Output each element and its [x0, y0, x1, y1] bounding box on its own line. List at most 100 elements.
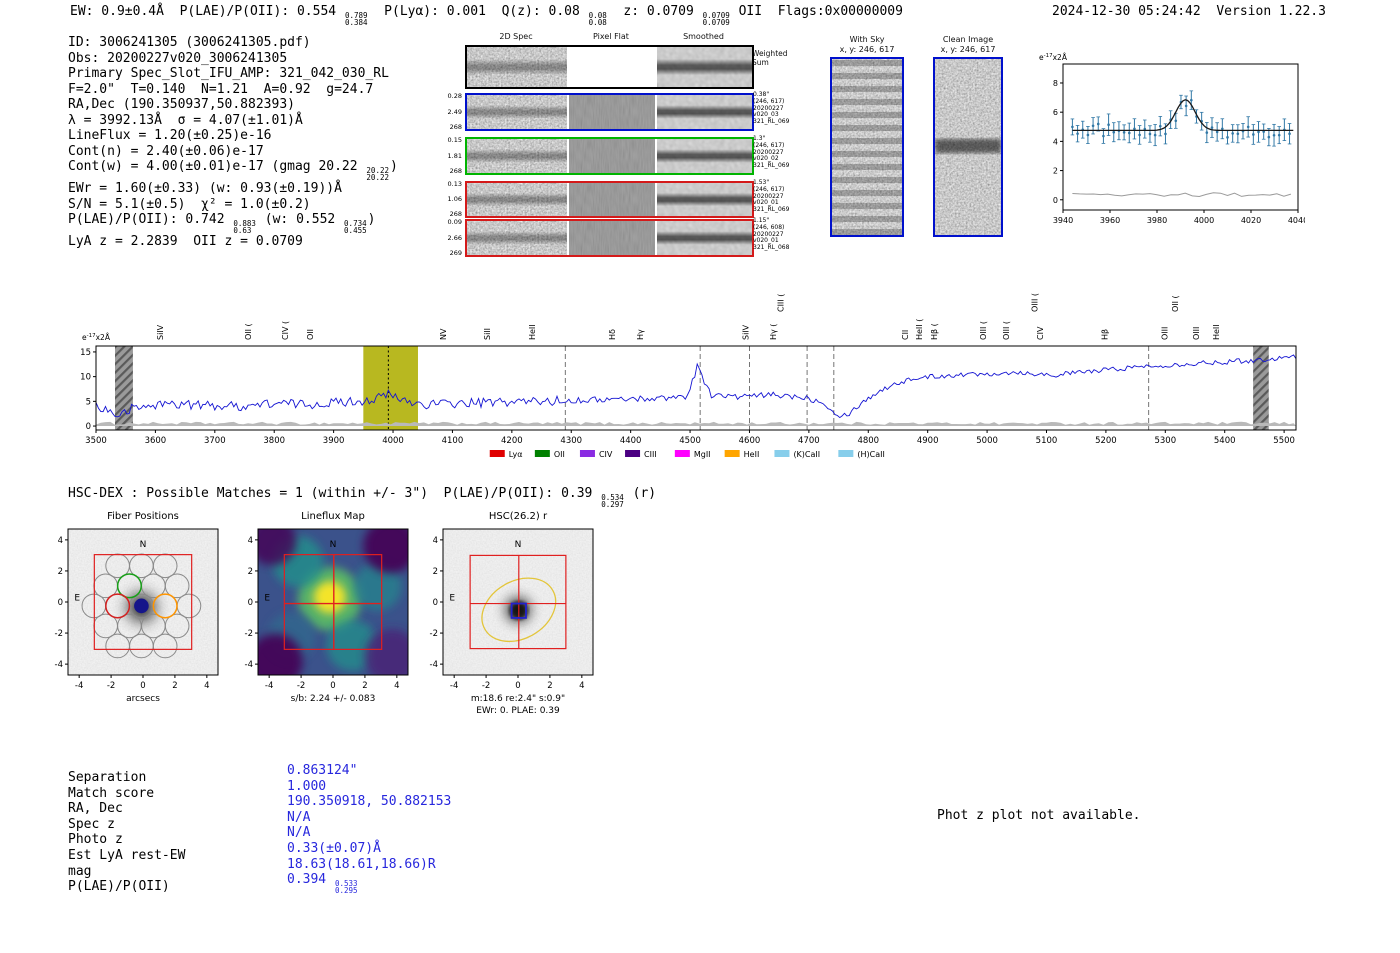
pixelflat-image [569, 221, 655, 255]
match-table-value: 0.394 0.533 0.295 [287, 872, 358, 896]
emission-line-label: OII ( [244, 323, 253, 340]
match-table-value: 18.63(18.61,18.66)R [287, 856, 436, 872]
clean-image [933, 57, 1003, 237]
svg-text:4200: 4200 [501, 436, 523, 446]
flux-blob [258, 633, 303, 675]
summary-header: EW: 0.9±0.4Å P(LAE)/P(OII): 0.554 0.789 0… [70, 4, 903, 27]
info-line: P(LAE)/P(OII): 0.742 0.883 0.63 (w: 0.552… [68, 212, 376, 235]
smoothed-image [657, 183, 752, 216]
info-line: F=2.0" T=0.140 N=1.21 A=0.92 g=24.7 [68, 81, 374, 97]
spec2d-image [467, 221, 567, 255]
spec2d-row [465, 93, 754, 131]
info-line: ID: 3006241305 (3006241305.pdf) [68, 35, 311, 50]
east-label: E [264, 593, 270, 603]
photz-note: Phot z plot not available. [937, 808, 1141, 823]
match-table-label: Match score [68, 785, 155, 801]
svg-text:0: 0 [248, 598, 253, 608]
flux-blob [313, 581, 346, 614]
svg-text:4100: 4100 [442, 436, 464, 446]
flux-blob [363, 529, 408, 574]
svg-text:3600: 3600 [145, 436, 167, 446]
match-table-label: mag [68, 863, 92, 879]
stacked-limits: 0.0709 0.0709 [702, 11, 730, 27]
svg-text:3960: 3960 [1100, 216, 1120, 225]
info-line: EWr = 1.60(±0.33) (w: 0.93(±0.19))Å [68, 181, 342, 196]
pixelflat-image [569, 95, 655, 129]
legend-label: HeII [744, 450, 760, 459]
info-line: Cont(n) = 2.40(±0.06)e-17 [68, 143, 264, 159]
spec2d-image [467, 47, 567, 87]
stacked-limits: 0.734 0.455 [344, 219, 367, 235]
match-table-label: RA, Dec [68, 801, 123, 817]
pixelflat-image [569, 47, 655, 87]
svg-text:e-17x2Å: e-17x2Å [82, 333, 111, 342]
emission-line-label: CII [901, 330, 910, 340]
svg-text:3800: 3800 [263, 436, 285, 446]
plot-title-lineflux: Lineflux Map [301, 511, 365, 522]
match-table-value: N/A [287, 825, 311, 841]
legend-label: CIV [599, 450, 613, 459]
svg-text:3900: 3900 [323, 436, 345, 446]
pixelflat-image [569, 183, 655, 216]
col-header-2dspec: 2D Spec [499, 32, 533, 41]
svg-text:-4: -4 [245, 660, 253, 670]
svg-text:-4: -4 [75, 681, 83, 691]
spec2d-row-meta: 1.15" (246, 608) 20200227 v020_01 321_RL_068 [753, 217, 790, 252]
caption-hsc-ewr: EWr: 0. PLAE: 0.39 [476, 706, 560, 716]
east-label: E [74, 593, 80, 603]
emission-line-label: Hδ [608, 329, 617, 340]
svg-text:4700: 4700 [798, 436, 820, 446]
svg-text:6: 6 [1053, 108, 1058, 117]
full-spectrum-plot: 3500 3600 3700 3800 3900 4000 4100 4200 4300 4400… [80, 293, 1297, 459]
svg-text:2: 2 [362, 681, 367, 691]
spec2d-row [465, 45, 754, 89]
with-sky-noise-image [832, 59, 902, 235]
svg-text:3700: 3700 [204, 436, 226, 446]
match-table-label: Est LyA rest-EW [68, 847, 186, 863]
svg-text:2: 2 [248, 567, 253, 577]
legend-label: (K)CaII [793, 450, 820, 459]
svg-text:3500: 3500 [85, 436, 107, 446]
svg-text:5500: 5500 [1273, 436, 1295, 446]
emission-line-label: SiIV [741, 324, 750, 340]
caption-lineflux-sb: s/b: 2.24 +/- 0.083 [291, 694, 376, 704]
svg-text:5: 5 [86, 397, 91, 407]
plot-title-hsc: HSC(26.2) r [489, 511, 548, 522]
svg-text:4000: 4000 [382, 436, 404, 446]
legend-swatch [534, 450, 550, 457]
info-line: LyA z = 2.2839 OII z = 0.0709 [68, 234, 303, 249]
svg-text:4900: 4900 [917, 436, 939, 446]
svg-text:4600: 4600 [739, 436, 761, 446]
svg-text:-4: -4 [55, 660, 63, 670]
match-table-value: 0.863124" [287, 763, 358, 778]
svg-text:4: 4 [204, 681, 209, 691]
emission-line-label: OIII [1192, 327, 1201, 340]
svg-text:4: 4 [579, 681, 584, 691]
clean-image-coords: x, y: 246, 617 [940, 44, 996, 54]
info-line: Cont(w) = 4.00(±0.01)e-17 (gmag 20.22 20… [68, 159, 398, 182]
spec2d-row-meta: 0.38" (246, 617) 20200227 v020_03 321_RL_069 [753, 91, 790, 126]
svg-text:-2: -2 [55, 629, 63, 639]
east-label: E [449, 593, 455, 603]
line-fit-inset-plot: 3940 3960 3980 4000 4020 4040 0 2 4 6 8 e-17x2Å [1039, 53, 1305, 225]
elixer-report-page: EW: 0.9±0.4Å P(LAE)/P(OII): 0.554 0.789 0… [0, 0, 1400, 953]
clean-noise-image [935, 59, 1001, 235]
svg-text:4: 4 [433, 536, 438, 546]
info-line: λ = 3992.13Å σ = 4.07(±1.01)Å [68, 112, 303, 128]
svg-text:0: 0 [330, 681, 335, 691]
match-table-row: Separation 0.863124" [68, 763, 451, 786]
info-line: LineFlux = 1.20(±0.25)e-16 [68, 128, 272, 143]
info-line: S/N = 5.1(±0.5) χ² = 1.0(±0.2) [68, 196, 311, 212]
emission-line-label: OII ( [1171, 295, 1180, 312]
emission-line-label: OIII ( [979, 321, 988, 340]
flux-blob [258, 529, 297, 566]
svg-text:0: 0 [86, 422, 91, 432]
spec2d-row-weights: 0.28 2.49 268 [447, 92, 462, 131]
smoothed-image [657, 221, 752, 255]
emission-line-label: NV [439, 328, 448, 340]
with-sky-title: With Sky [849, 35, 885, 44]
emission-line-label: OIII [1161, 327, 1170, 340]
spec2d-row-meta: 1.53" (246, 617) 20200227 v020_01 321_RL_069 [753, 179, 790, 214]
svg-text:4020: 4020 [1241, 216, 1261, 225]
spec2d-row [465, 137, 754, 175]
